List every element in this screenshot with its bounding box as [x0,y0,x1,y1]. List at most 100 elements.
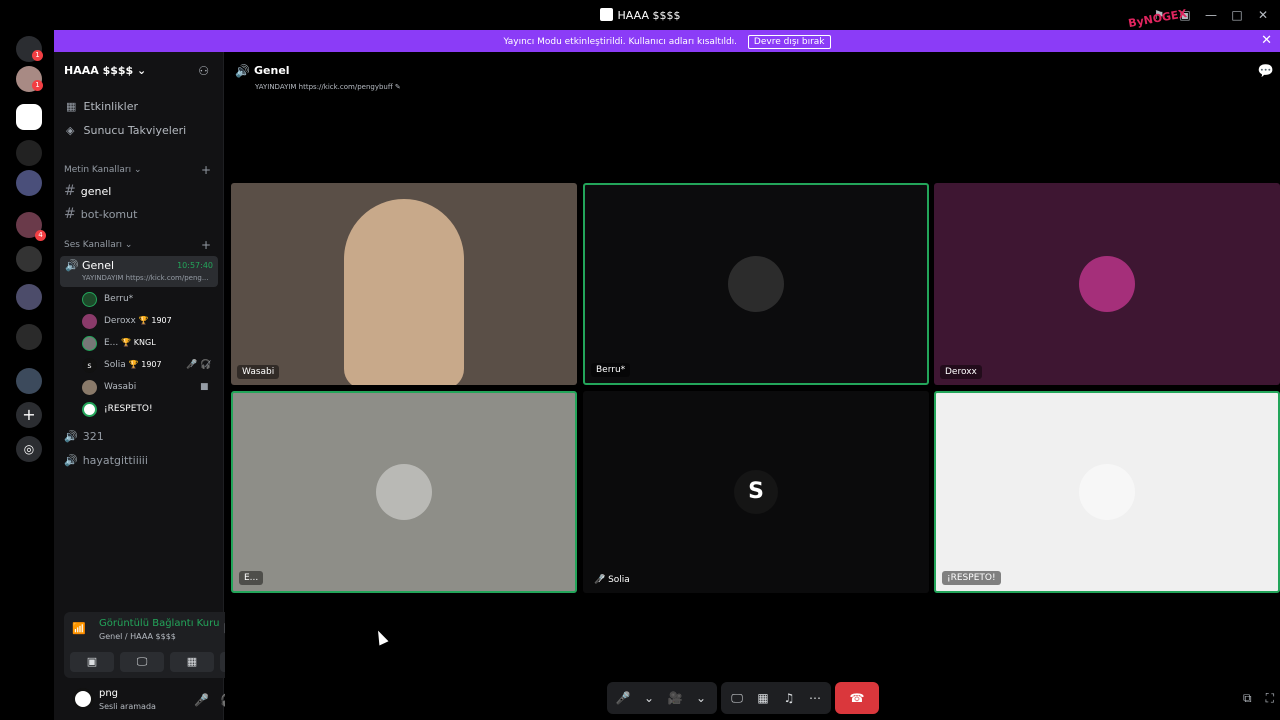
microphone-icon[interactable]: 🎤 [613,691,633,705]
server-icon[interactable] [16,140,42,166]
muted-mic-icon: 🎤̸ [186,360,198,370]
camera-icon[interactable]: 🎥 [665,691,685,705]
avatar [82,292,97,307]
streamer-mode-banner: Yayıncı Modu etkinleştirildi. Kullanıcı … [54,30,1280,52]
close-window-button[interactable]: ✕ [1256,8,1270,22]
video-tile-wasabi[interactable]: Wasabi [231,183,577,385]
app-logo-icon [599,8,613,21]
chevron-down-icon[interactable]: ⌄ [691,691,711,705]
tile-label: Wasabi [237,365,280,379]
server-icon[interactable] [16,170,42,196]
speaker-icon: 🔊 [235,64,250,78]
username[interactable]: png [99,688,118,699]
server-icon[interactable] [16,246,42,272]
speaker-icon: 🔊 [64,454,78,467]
add-server-icon[interactable]: + [16,402,42,428]
avatar [82,336,97,351]
discover-icon[interactable]: ◎ [16,436,42,462]
call-controls: 🎤 ⌄ 🎥 ⌄ 🖵 ▦ ♫ ⋯ ☎ [607,682,879,714]
server-rail: 1 1 4 + ◎ [0,30,54,720]
video-tile-berru[interactable]: Berru* [583,183,929,385]
voice-channel-321[interactable]: 🔊 321 [64,430,104,443]
screen-share-icon[interactable]: 🖵 [727,691,747,706]
hangup-icon: ☎ [849,691,865,705]
avatar [1079,464,1135,520]
notification-badge: 1 [32,50,43,61]
deafened-icon: 🎧̸ [200,360,212,370]
voice-category[interactable]: Ses Kanalları ⌄ [64,240,132,250]
fullscreen-icon[interactable]: ⛶ [1266,691,1274,706]
channel-genel[interactable]: # genel [64,183,111,199]
server-icon[interactable] [16,284,42,310]
disconnect-button[interactable]: ☎ [835,682,879,714]
disable-streamer-mode-button[interactable]: Devre dışı bırak [747,35,831,49]
avatar [728,256,784,312]
more-icon[interactable]: ⋯ [805,691,825,705]
connection-location[interactable]: Genel / HAAA $$$$ [99,632,176,641]
invite-people-icon[interactable]: ⚇ [198,64,209,78]
video-tile-respeto[interactable]: ¡RESPETO! [934,391,1280,593]
close-banner-icon[interactable]: ✕ [1261,33,1272,48]
microphone-icon[interactable]: 🎤 [194,693,209,707]
tile-label: 🎤̸ Solia [594,575,630,585]
hash-icon: # [64,183,76,199]
maximize-button[interactable]: □ [1230,8,1244,22]
voice-status: YAYINDAYIM https://kick.com/peng... [82,274,209,282]
activity-controls: 🖵 ▦ ♫ ⋯ [721,682,831,714]
server-name[interactable]: HAAA $$$$ ⌄ [64,64,146,77]
server-icon[interactable] [16,368,42,394]
add-channel-icon[interactable]: + [201,238,211,252]
tile-label: E... [239,571,264,585]
connection-status: Görüntülü Bağlantı Kuru [99,618,220,629]
minimize-button[interactable]: — [1204,8,1218,22]
avatar [376,464,432,520]
channel-status[interactable]: YAYINDAYIM https://kick.com/pengybuff ✎ [255,83,401,91]
title-bar: HAAA $$$$ ⚑ ▣ — □ ✕ [0,0,1280,30]
avatar [82,314,97,329]
video-tile-e[interactable]: E... [231,391,577,593]
camera-icon: ■ [200,382,209,392]
activities-icon[interactable]: ▦ [753,691,773,705]
screen-share-button[interactable]: 🖵 [120,652,164,672]
chat-icon[interactable]: 💬 [1258,64,1274,79]
call-timer: 10:57:40 [177,261,213,270]
calendar-icon: ▦ [66,100,77,113]
channel-name: Genel [254,64,290,77]
camera-off-button[interactable]: ▣ [70,652,114,672]
popout-icon[interactable]: ⧉ [1243,691,1252,706]
tile-label: ¡RESPETO! [942,571,1001,585]
avatar[interactable] [72,688,94,710]
channel-sidebar: HAAA $$$$ ⌄ ⚇ ▦ Etkinlikler ◈ Sunucu Tak… [54,52,272,720]
voice-channel-hayatgittiiiii[interactable]: 🔊 hayatgittiiiii [64,454,148,467]
video-tile-solia[interactable]: S 🎤̸ Solia [583,391,929,593]
video-tile-deroxx[interactable]: Deroxx [934,183,1280,385]
server-icon[interactable] [16,324,42,350]
avatar [82,380,97,395]
server-boosts-item[interactable]: ◈ Sunucu Takviyeleri [66,124,186,137]
speaker-icon: 🔊 [65,259,79,272]
avatar: s [82,358,97,373]
voice-channel-genel[interactable]: 🔊 Genel 10:57:40 YAYINDAYIM https://kick… [60,256,218,287]
channel-bot-komut[interactable]: # bot-komut [64,206,137,222]
mic-control[interactable]: 🎤 ⌄ 🎥 ⌄ [607,682,717,714]
server-icon-active[interactable] [16,104,42,130]
video-feed [344,199,464,385]
text-category[interactable]: Metin Kanalları ⌄ [64,165,142,175]
chevron-down-icon[interactable]: ⌄ [639,691,659,705]
boost-icon: ◈ [66,124,75,137]
avatar: S [734,470,778,514]
tile-label: Berru* [591,363,631,377]
user-status: Sesli aramada [99,702,156,711]
speaker-icon: 🔊 [64,430,78,443]
hash-icon: # [64,206,76,222]
notification-badge: 1 [32,80,43,91]
activities-button[interactable]: ▦ [170,652,214,672]
signal-icon[interactable]: 📶 [72,622,86,635]
voice-stage: 🔊 Genel YAYINDAYIM https://kick.com/peng… [225,52,1280,720]
banner-message: Yayıncı Modu etkinleştirildi. Kullanıcı … [503,37,738,47]
notification-badge: 4 [35,230,46,241]
avatar [1079,256,1135,312]
events-item[interactable]: ▦ Etkinlikler [66,100,138,113]
add-channel-icon[interactable]: + [201,163,211,177]
soundboard-icon[interactable]: ♫ [779,691,799,705]
